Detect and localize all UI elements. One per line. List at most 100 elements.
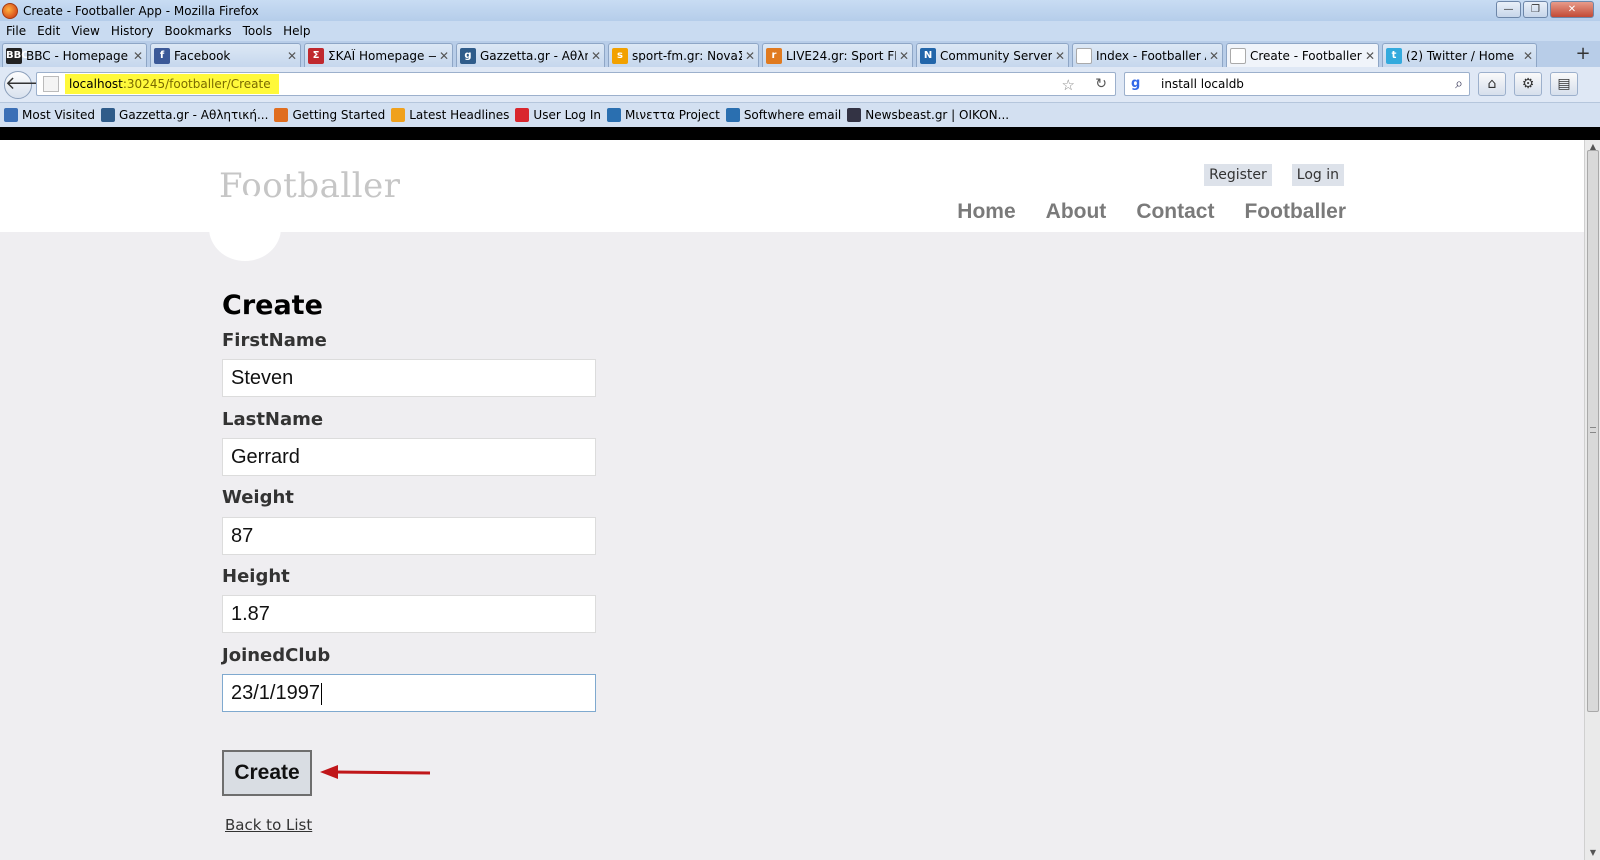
tab-close-icon[interactable]: ✕ (896, 49, 912, 63)
nav-home[interactable]: Home (957, 200, 1015, 224)
bookmark-favicon-icon (847, 108, 862, 122)
tab-favicon-icon: BBC (6, 47, 29, 64)
bookmark-item[interactable]: Getting Started (274, 108, 385, 122)
bookmark-label: Most Visited (22, 108, 96, 122)
page-site-icon (43, 76, 59, 92)
tab-close-icon[interactable]: ✕ (1362, 49, 1378, 63)
new-tab-button[interactable]: + (1572, 44, 1594, 66)
tab-1[interactable]: f Facebook ✕ (150, 43, 301, 67)
bookmark-label: Latest Headlines (409, 108, 510, 122)
joinedclub-input[interactable]: 23/1/1997 (222, 674, 596, 712)
weight-input[interactable]: 87 (222, 517, 596, 555)
tab-7[interactable]: Index - Footballer A...✕ (1072, 43, 1223, 67)
tab-5[interactable]: r LIVE24.gr: Sport FM ✕ (762, 43, 913, 67)
tab-favicon-icon: f (154, 47, 170, 64)
tab-close-icon[interactable]: ✕ (588, 49, 604, 63)
tab-close-icon[interactable]: ✕ (130, 49, 146, 63)
tab-8[interactable]: Create - Footballer ...✕ (1226, 43, 1379, 67)
bookmark-item[interactable]: Gazzetta.gr - Αθλητική... (101, 108, 268, 122)
register-link[interactable]: Register (1204, 164, 1272, 186)
menu-view[interactable]: View (71, 24, 99, 38)
tab-close-icon[interactable]: ✕ (436, 49, 452, 63)
tab-2[interactable]: Σ ΣΚΑΪ Homepage — ...✕ (304, 43, 453, 67)
restore-button[interactable]: ❐ (1523, 1, 1548, 18)
menu-history[interactable]: History (111, 24, 154, 38)
menu-bar: File Edit View History Bookmarks Tools H… (0, 21, 1600, 41)
minimize-button[interactable]: — (1496, 1, 1521, 18)
text-caret (320, 682, 322, 705)
bookmark-item[interactable]: Latest Headlines (391, 108, 509, 122)
menu-tools[interactable]: Tools (243, 24, 273, 38)
scroll-down-icon[interactable]: ▼ (1585, 846, 1600, 860)
main-nav: Home About Contact Footballer (957, 200, 1346, 224)
bookmark-favicon-icon (274, 108, 289, 122)
bookmark-star-icon[interactable]: ☆ (1062, 76, 1075, 94)
window-title: Create - Footballer App - Mozilla Firefo… (23, 3, 259, 18)
tab-strip: + BBC BBC - Homepage ✕ f Facebook ✕ Σ ΣΚΑΪ Home… (0, 41, 1600, 67)
bookmark-label: Newsbeast.gr | OIKON... (865, 108, 1010, 122)
nav-footballer[interactable]: Footballer (1244, 200, 1346, 224)
home-button[interactable]: ⌂ (1478, 72, 1506, 96)
back-button[interactable]: 🡐 (4, 71, 53, 99)
search-bar[interactable]: g install localdb ⌕ (1124, 72, 1470, 96)
bookmark-favicon-icon (4, 108, 18, 122)
login-link[interactable]: Log in (1291, 164, 1344, 186)
tab-3[interactable]: g Gazzetta.gr - Αθλητ...✕ (456, 43, 605, 67)
bookmark-item[interactable]: Μινεττα Project (606, 108, 720, 122)
tab-favicon-icon: r (766, 47, 782, 64)
firstname-input[interactable]: Steven (222, 359, 596, 397)
tab-favicon-icon: N (920, 47, 936, 64)
search-icon[interactable]: ⌕ (1455, 76, 1463, 92)
google-icon[interactable]: g (1131, 76, 1147, 92)
menu-file[interactable]: File (6, 24, 26, 38)
bookmark-item[interactable]: Softwhere email (725, 108, 842, 122)
reload-icon[interactable]: ↻ (1095, 76, 1107, 92)
close-window-button[interactable]: ✕ (1550, 1, 1594, 18)
tab-9[interactable]: t (2) Twitter / Home ✕ (1382, 43, 1537, 67)
addon-icon[interactable]: ⚙ (1514, 72, 1542, 96)
menu-icon[interactable]: ▤ (1550, 72, 1578, 96)
lastname-input[interactable]: Gerrard (222, 438, 596, 476)
tab-6[interactable]: N Community Server ...✕ (916, 43, 1069, 67)
create-button[interactable]: Create (222, 750, 312, 796)
height-input[interactable]: 1.87 (222, 595, 596, 633)
tab-close-icon[interactable]: ✕ (1052, 49, 1068, 63)
tab-favicon-icon: t (1386, 47, 1402, 64)
page-scrollbar[interactable]: ▲ ▼ (1584, 140, 1600, 860)
tab-label: Index - Footballer A... (1096, 48, 1206, 63)
menu-help[interactable]: Help (283, 24, 310, 38)
back-to-list-link[interactable]: Back to List (225, 816, 312, 834)
tab-close-icon[interactable]: ✕ (1520, 49, 1536, 63)
web-page: Footballer Register Log in Home About Co… (0, 140, 1584, 860)
tab-label: BBC - Homepage (26, 48, 128, 63)
menu-bookmarks[interactable]: Bookmarks (165, 24, 232, 38)
bookmark-label: Softwhere email (743, 108, 842, 122)
firstname-label: FirstName (222, 330, 327, 351)
bookmark-item[interactable]: Most Visited (4, 108, 95, 122)
tab-label: Create - Footballer ... (1250, 48, 1362, 63)
tab-label: Gazzetta.gr - Αθλητ... (480, 48, 588, 63)
annotation-arrow-icon (320, 765, 431, 779)
tab-close-icon[interactable]: ✕ (1206, 49, 1222, 63)
menu-edit[interactable]: Edit (37, 24, 60, 38)
tab-close-icon[interactable]: ✕ (742, 49, 758, 63)
tab-favicon-icon: s (612, 47, 628, 64)
tab-label: Facebook (174, 48, 231, 63)
tab-4[interactable]: s sport-fm.gr: NovaΣ...✕ (608, 43, 759, 67)
bookmark-favicon-icon (606, 108, 621, 122)
bookmark-favicon-icon (515, 108, 530, 122)
bookmark-item[interactable]: Newsbeast.gr | OIKON... (847, 108, 1009, 122)
search-input[interactable]: install localdb (1161, 77, 1244, 91)
tab-label: ΣΚΑΪ Homepage — ... (328, 48, 436, 63)
nav-about[interactable]: About (1046, 200, 1107, 224)
bookmarks-toolbar: Most Visited Gazzetta.gr - Αθλητική... Get… (0, 103, 1600, 127)
joinedclub-value: 23/1/1997 (231, 682, 320, 704)
tab-close-icon[interactable]: ✕ (284, 49, 300, 63)
bookmark-favicon-icon (391, 108, 406, 122)
bookmark-item[interactable]: User Log In (515, 108, 601, 122)
nav-contact[interactable]: Contact (1136, 200, 1214, 224)
url-text[interactable]: localhost:30245/footballer/Create (65, 74, 279, 94)
tab-0[interactable]: BBC BBC - Homepage ✕ (2, 43, 147, 67)
url-bar[interactable]: localhost:30245/footballer/Create ☆ ↻ (36, 72, 1116, 96)
scroll-thumb[interactable] (1587, 150, 1599, 712)
